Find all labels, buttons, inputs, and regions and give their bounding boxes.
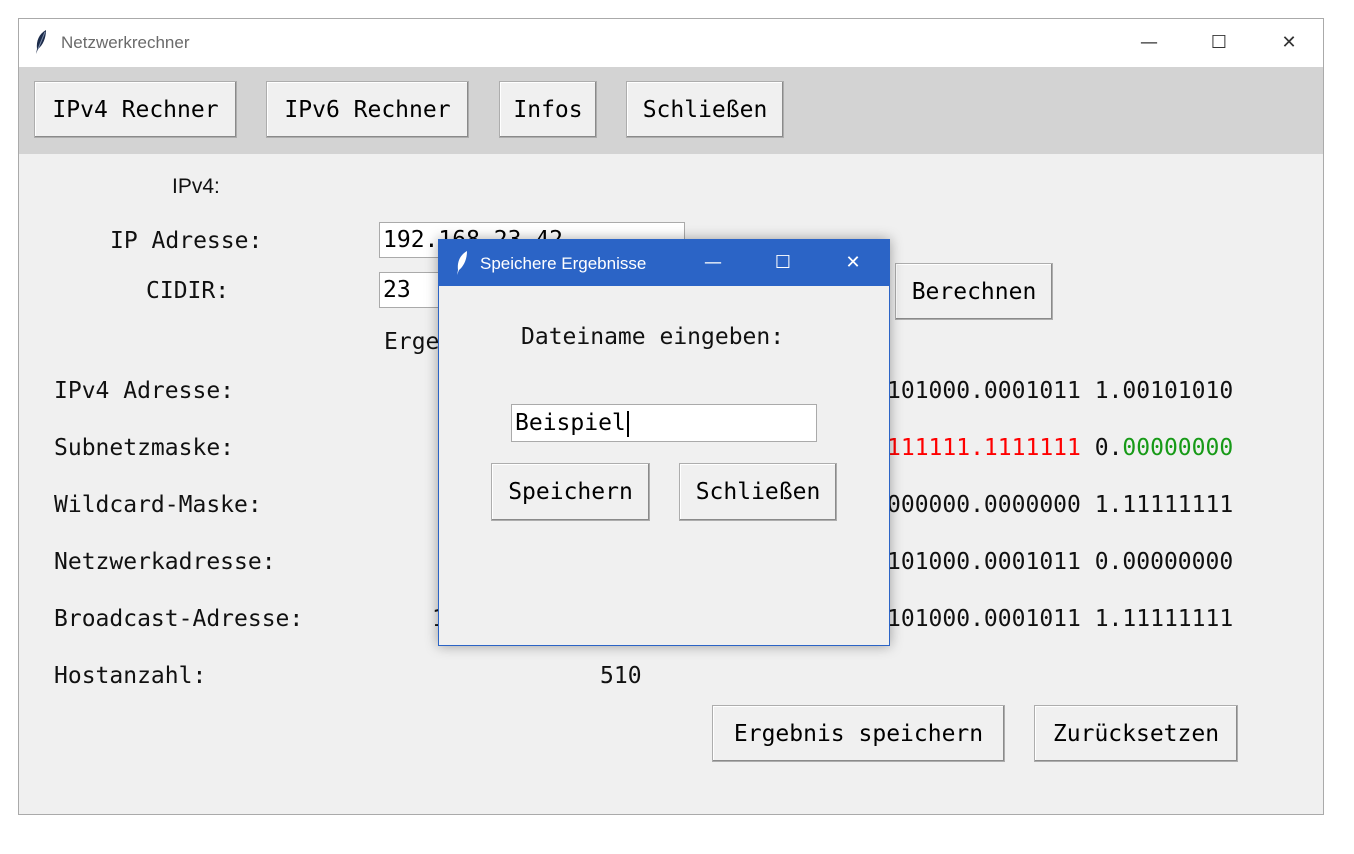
wildcard-mask-label: Wildcard-Maske: (54, 492, 262, 518)
subnet-mask-label: Subnetzmaske: (54, 435, 235, 461)
network-address-label: Netzwerkadresse: (54, 549, 276, 575)
save-results-dialog: Speichere Ergebnisse — ☐ ✕ Dateiname ein… (438, 239, 890, 646)
mask-separator: 0. (1080, 435, 1123, 461)
mask-zeros: 00000000 (1122, 435, 1234, 461)
text-cursor (626, 410, 629, 437)
ipv4-address-value: 101000.0001011 1.00101010 (887, 378, 1234, 404)
wildcard-mask-value: 000000.0000000 1.11111111 (887, 492, 1234, 518)
dialog-close-button[interactable]: ✕ (833, 248, 873, 278)
title-bar[interactable]: Netzwerkrechner — ☐ ✕ (19, 19, 1323, 67)
filename-input[interactable]: Beispiel (511, 404, 817, 442)
dialog-title-bar[interactable]: Speichere Ergebnisse — ☐ ✕ (439, 240, 889, 286)
subnet-mask-value: 111111.1111111 0.00000000 (887, 435, 1233, 461)
cidr-label: CIDIR: (146, 278, 230, 304)
dialog-minimize-button[interactable]: — (693, 248, 733, 278)
mask-ones: 111111.1111111 (887, 435, 1081, 461)
feather-app-icon (36, 30, 46, 54)
close-window-button[interactable]: ✕ (1269, 27, 1309, 59)
ipv4-calculator-button[interactable]: IPv4 Rechner (34, 81, 237, 138)
close-app-button[interactable]: Schließen (626, 81, 784, 138)
calculate-button[interactable]: Berechnen (895, 263, 1053, 320)
reset-button[interactable]: Zurücksetzen (1034, 705, 1238, 762)
ip-address-label: IP Adresse: (110, 228, 263, 254)
broadcast-address-value: 101000.0001011 1.11111111 (887, 606, 1234, 632)
ipv6-calculator-button[interactable]: IPv6 Rechner (266, 81, 469, 138)
window-title: Netzwerkrechner (61, 33, 190, 52)
feather-dialog-icon (457, 251, 467, 275)
infos-button[interactable]: Infos (499, 81, 597, 138)
broadcast-address-label: Broadcast-Adresse: (54, 606, 304, 632)
dialog-title: Speichere Ergebnisse (480, 254, 647, 273)
dialog-save-button[interactable]: Speichern (491, 463, 650, 521)
network-address-value: 101000.0001011 0.00000000 (887, 549, 1234, 575)
ipv4-section-label: IPv4: (172, 175, 220, 198)
minimize-button[interactable]: — (1129, 27, 1169, 59)
results-header: Erge (384, 329, 440, 355)
ipv4-address-label: IPv4 Adresse: (54, 378, 235, 404)
host-count-label: Hostanzahl: (54, 663, 207, 689)
save-result-button[interactable]: Ergebnis speichern (712, 705, 1005, 762)
dialog-close-action-button[interactable]: Schließen (679, 463, 837, 521)
filename-value: Beispiel (515, 410, 626, 436)
dialog-maximize-button[interactable]: ☐ (763, 248, 803, 278)
toolbar: IPv4 Rechner IPv6 Rechner Infos Schließe… (19, 67, 1323, 154)
filename-prompt: Dateiname eingeben: (521, 324, 785, 350)
maximize-button[interactable]: ☐ (1199, 27, 1239, 59)
host-count-value: 510 (600, 663, 642, 689)
